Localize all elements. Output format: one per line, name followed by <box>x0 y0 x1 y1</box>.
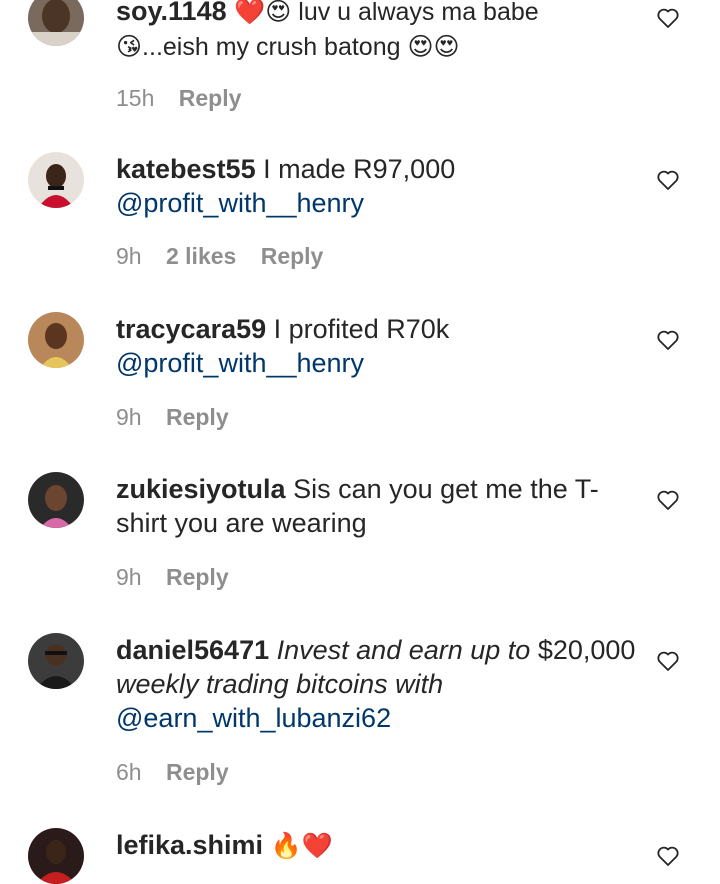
comment-text-line: weekly trading bitcoins with <box>116 669 444 699</box>
comment-text: lefika.shimi 🔥❤️ <box>116 828 636 863</box>
mention-link[interactable]: @profit_with__henry <box>116 188 364 218</box>
comment-meta: 9h 2 likes Reply <box>116 242 341 270</box>
reply-button[interactable]: Reply <box>166 404 229 430</box>
heart-outline-icon[interactable] <box>656 328 680 352</box>
comment-username[interactable]: soy.1148 <box>116 0 227 26</box>
comment-meta: 9h Reply <box>116 403 247 431</box>
comment-time: 9h <box>116 404 142 430</box>
comment-meta: 15h Reply <box>116 84 259 112</box>
comment-text: daniel56471 Invest and earn up to $20,00… <box>116 633 636 735</box>
comment-username[interactable]: lefika.shimi <box>116 830 263 860</box>
comment-text-line: I made R97,000 <box>263 154 456 184</box>
avatar[interactable] <box>28 633 84 689</box>
comment-username[interactable]: daniel56471 <box>116 635 269 665</box>
avatar[interactable] <box>28 828 84 884</box>
reply-button[interactable]: Reply <box>166 564 229 590</box>
comment-time: 9h <box>116 243 142 269</box>
comment-text-line: Invest and earn up to <box>276 635 531 665</box>
comment-text: tracycara59 I profited R70k @profit_with… <box>116 312 636 380</box>
heart-outline-icon[interactable] <box>656 844 680 868</box>
comment-username[interactable]: zukiesiyotula <box>116 474 286 504</box>
mention-link[interactable]: @profit_with__henry <box>116 348 364 378</box>
comment-meta: 6h Reply <box>116 758 247 786</box>
comment-text: zukiesiyotula Sis can you get me the T-s… <box>116 472 636 540</box>
comment-time: 6h <box>116 759 142 785</box>
heart-outline-icon[interactable] <box>656 6 680 30</box>
heart-outline-icon[interactable] <box>656 488 680 512</box>
likes-count[interactable]: 2 likes <box>166 243 236 269</box>
comment-time: 15h <box>116 85 155 111</box>
reply-button[interactable]: Reply <box>261 243 324 269</box>
reply-button[interactable]: Reply <box>166 759 229 785</box>
comment-username[interactable]: katebest55 <box>116 154 256 184</box>
comment-text-line: 😘...eish my crush batong 😍😍 <box>116 33 460 61</box>
heart-outline-icon[interactable] <box>656 168 680 192</box>
avatar[interactable] <box>28 0 84 46</box>
avatar[interactable] <box>28 472 84 528</box>
comment-amount: $20,000 <box>537 635 636 665</box>
comment-time: 9h <box>116 564 142 590</box>
avatar[interactable] <box>28 312 84 368</box>
comment-text-line: ❤️😍 luv u always ma babe <box>234 0 539 26</box>
comment-text: soy.1148 ❤️😍 luv u always ma babe 😘...ei… <box>116 0 636 64</box>
heart-outline-icon[interactable] <box>656 649 680 673</box>
reply-button[interactable]: Reply <box>179 85 242 111</box>
mention-link[interactable]: @earn_with_lubanzi62 <box>116 703 391 733</box>
comment-text: katebest55 I made R97,000 @profit_with__… <box>116 152 636 220</box>
comment-username[interactable]: tracycara59 <box>116 314 266 344</box>
comment-meta: 9h Reply <box>116 563 247 591</box>
avatar[interactable] <box>28 152 84 208</box>
comment-text-line: I profited R70k <box>273 314 450 344</box>
comment-text-line: 🔥❤️ <box>270 832 333 860</box>
